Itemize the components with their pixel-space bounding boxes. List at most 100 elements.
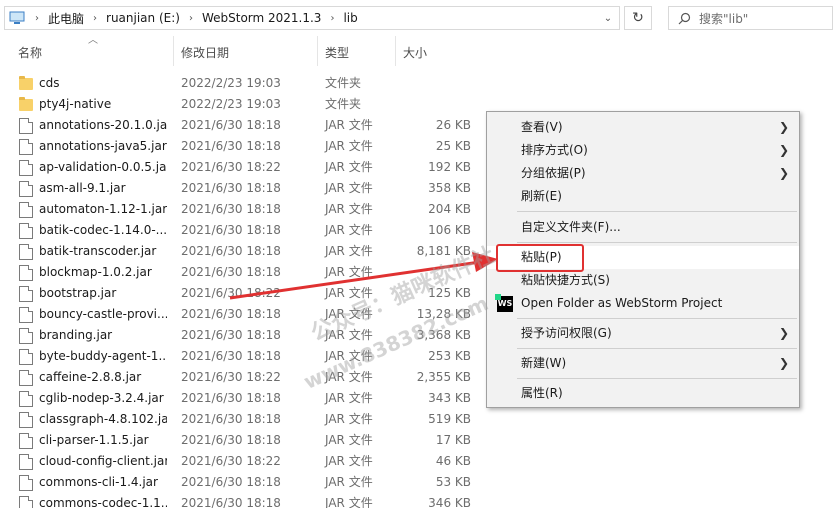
menu-item-label: 授予访问权限(G) xyxy=(521,326,612,340)
column-date[interactable]: 修改日期 xyxy=(175,36,318,66)
file-row[interactable]: asm-all-9.1.jar 2021/6/30 18:18 JAR 文件 358 … xyxy=(0,178,490,199)
breadcrumb-drive[interactable]: ruanjian (E:) xyxy=(103,11,183,25)
chevron-right-icon: ❯ xyxy=(778,326,789,340)
file-size: 358 KB xyxy=(428,181,471,195)
file-type: JAR 文件 xyxy=(325,223,373,237)
file-row[interactable]: cglib-nodep-3.2.4.jar 2021/6/30 18:18 JAR … xyxy=(0,388,490,409)
menu-item-view[interactable]: 查看(V) ❯ xyxy=(487,116,799,139)
menu-item-label: 分组依据(P) xyxy=(521,166,586,180)
annotation-highlight-box xyxy=(496,244,584,272)
file-date: 2022/2/23 19:03 xyxy=(181,76,281,90)
file-date: 2021/6/30 18:18 xyxy=(181,412,281,426)
search-icon xyxy=(669,12,699,25)
file-name: pty4j-native xyxy=(39,97,112,111)
breadcrumb-webstorm[interactable]: WebStorm 2021.1.3 xyxy=(199,11,325,25)
file-size: 2,355 KB xyxy=(416,370,471,384)
file-date: 2021/6/30 18:18 xyxy=(181,307,281,321)
menu-item-label: 自定义文件夹(F)... xyxy=(521,220,621,234)
file-row[interactable]: automaton-1.12-1.jar 2021/6/30 18:18 JAR 文… xyxy=(0,199,490,220)
file-date: 2021/6/30 18:18 xyxy=(181,265,281,279)
menu-item-refresh[interactable]: 刷新(E) xyxy=(487,185,799,208)
folder-icon xyxy=(19,76,33,90)
file-row[interactable]: annotations-java5.jar 2021/6/30 18:18 JAR … xyxy=(0,136,490,157)
column-size[interactable]: 大小 xyxy=(397,36,485,66)
file-name: bootstrap.jar xyxy=(39,286,117,300)
breadcrumb-this-pc[interactable]: 此电脑 xyxy=(45,10,87,27)
file-size: 192 KB xyxy=(428,160,471,174)
file-type: JAR 文件 xyxy=(325,496,373,508)
address-bar[interactable]: › 此电脑 › ruanjian (E:) › WebStorm 2021.1.… xyxy=(4,6,620,30)
file-icon xyxy=(19,391,33,407)
menu-item-sort-by[interactable]: 排序方式(O) ❯ xyxy=(487,139,799,162)
menu-item-grant-access[interactable]: 授予访问权限(G) ❯ xyxy=(487,322,799,345)
chevron-right-icon: ❯ xyxy=(778,166,789,180)
file-row[interactable]: commons-cli-1.4.jar 2021/6/30 18:18 JAR 文件… xyxy=(0,472,490,493)
file-type: JAR 文件 xyxy=(325,454,373,468)
file-name: commons-cli-1.4.jar xyxy=(39,475,158,489)
file-row[interactable]: caffeine-2.8.8.jar 2021/6/30 18:22 JAR 文件 2… xyxy=(0,367,490,388)
file-icon xyxy=(19,454,33,470)
file-date: 2021/6/30 18:18 xyxy=(181,118,281,132)
file-name: byte-buddy-agent-1... xyxy=(39,349,167,363)
file-row[interactable]: commons-codec-1.1... 2021/6/30 18:18 JAR 文… xyxy=(0,493,490,508)
file-row[interactable]: cli-parser-1.1.5.jar 2021/6/30 18:18 JAR 文… xyxy=(0,430,490,451)
menu-separator xyxy=(517,378,797,379)
file-type: JAR 文件 xyxy=(325,139,373,153)
file-row[interactable]: batik-transcoder.jar 2021/6/30 18:18 JAR 文… xyxy=(0,241,490,262)
file-row[interactable]: byte-buddy-agent-1... 2021/6/30 18:18 JAR … xyxy=(0,346,490,367)
chevron-right-icon[interactable]: › xyxy=(183,13,199,24)
file-type: JAR 文件 xyxy=(325,475,373,489)
file-row[interactable]: classgraph-4.8.102.jar 2021/6/30 18:18 JAR… xyxy=(0,409,490,430)
file-icon xyxy=(19,265,33,281)
refresh-icon: ↻ xyxy=(632,10,644,26)
menu-separator xyxy=(517,318,797,319)
breadcrumb-lib[interactable]: lib xyxy=(340,11,360,25)
menu-item-properties[interactable]: 属性(R) xyxy=(487,382,799,405)
search-box[interactable]: 搜索"lib" xyxy=(668,6,833,30)
file-date: 2021/6/30 18:18 xyxy=(181,496,281,508)
file-date: 2021/6/30 18:22 xyxy=(181,160,281,174)
file-name: batik-codec-1.14.0-... xyxy=(39,223,167,237)
file-date: 2021/6/30 18:18 xyxy=(181,391,281,405)
chevron-right-icon[interactable]: › xyxy=(87,13,103,24)
file-type: JAR 文件 xyxy=(325,412,373,426)
file-name: blockmap-1.0.2.jar xyxy=(39,265,152,279)
chevron-right-icon[interactable]: › xyxy=(324,13,340,24)
column-name[interactable]: 名称 xyxy=(12,36,174,66)
file-row[interactable]: ap-validation-0.0.5.jar 2021/6/30 18:22 JA… xyxy=(0,157,490,178)
refresh-button[interactable]: ↻ xyxy=(624,6,652,30)
file-date: 2021/6/30 18:22 xyxy=(181,286,281,300)
file-icon xyxy=(19,139,33,155)
chevron-right-icon: ❯ xyxy=(778,356,789,370)
menu-separator xyxy=(517,242,797,243)
file-icon xyxy=(19,433,33,449)
file-row[interactable]: batik-codec-1.14.0-... 2021/6/30 18:18 JAR… xyxy=(0,220,490,241)
file-date: 2021/6/30 18:18 xyxy=(181,244,281,258)
file-size: 53 KB xyxy=(435,475,471,489)
file-date: 2021/6/30 18:22 xyxy=(181,370,281,384)
menu-item-label: 刷新(E) xyxy=(521,189,562,203)
menu-item-paste-shortcut[interactable]: 粘贴快捷方式(S) xyxy=(487,269,799,292)
file-name: caffeine-2.8.8.jar xyxy=(39,370,142,384)
file-row[interactable]: pty4j-native 2022/2/23 19:03 文件夹 xyxy=(0,94,490,115)
file-date: 2021/6/30 18:18 xyxy=(181,202,281,216)
file-size: 17 KB xyxy=(435,433,471,447)
menu-item-open-webstorm[interactable]: WS Open Folder as WebStorm Project xyxy=(487,292,799,315)
file-icon xyxy=(19,181,33,197)
file-icon xyxy=(19,160,33,176)
file-icon xyxy=(19,412,33,428)
file-size: 106 KB xyxy=(428,223,471,237)
file-row[interactable]: cds 2022/2/23 19:03 文件夹 xyxy=(0,73,490,94)
column-header: ︿ 名称 修改日期 类型 大小 xyxy=(0,36,486,66)
column-type[interactable]: 类型 xyxy=(319,36,396,66)
search-input[interactable]: 搜索"lib" xyxy=(699,10,748,27)
chevron-right-icon[interactable]: › xyxy=(29,13,45,24)
menu-item-customize-folder[interactable]: 自定义文件夹(F)... xyxy=(487,216,799,239)
menu-item-group-by[interactable]: 分组依据(P) ❯ xyxy=(487,162,799,185)
chevron-down-icon[interactable]: ⌄ xyxy=(597,7,619,29)
file-row[interactable]: cloud-config-client.jar 2021/6/30 18:22 JA… xyxy=(0,451,490,472)
file-icon xyxy=(19,244,33,260)
file-name: bouncy-castle-provi... xyxy=(39,307,167,321)
file-row[interactable]: annotations-20.1.0.jar 2021/6/30 18:18 JAR… xyxy=(0,115,490,136)
menu-item-new[interactable]: 新建(W) ❯ xyxy=(487,352,799,375)
